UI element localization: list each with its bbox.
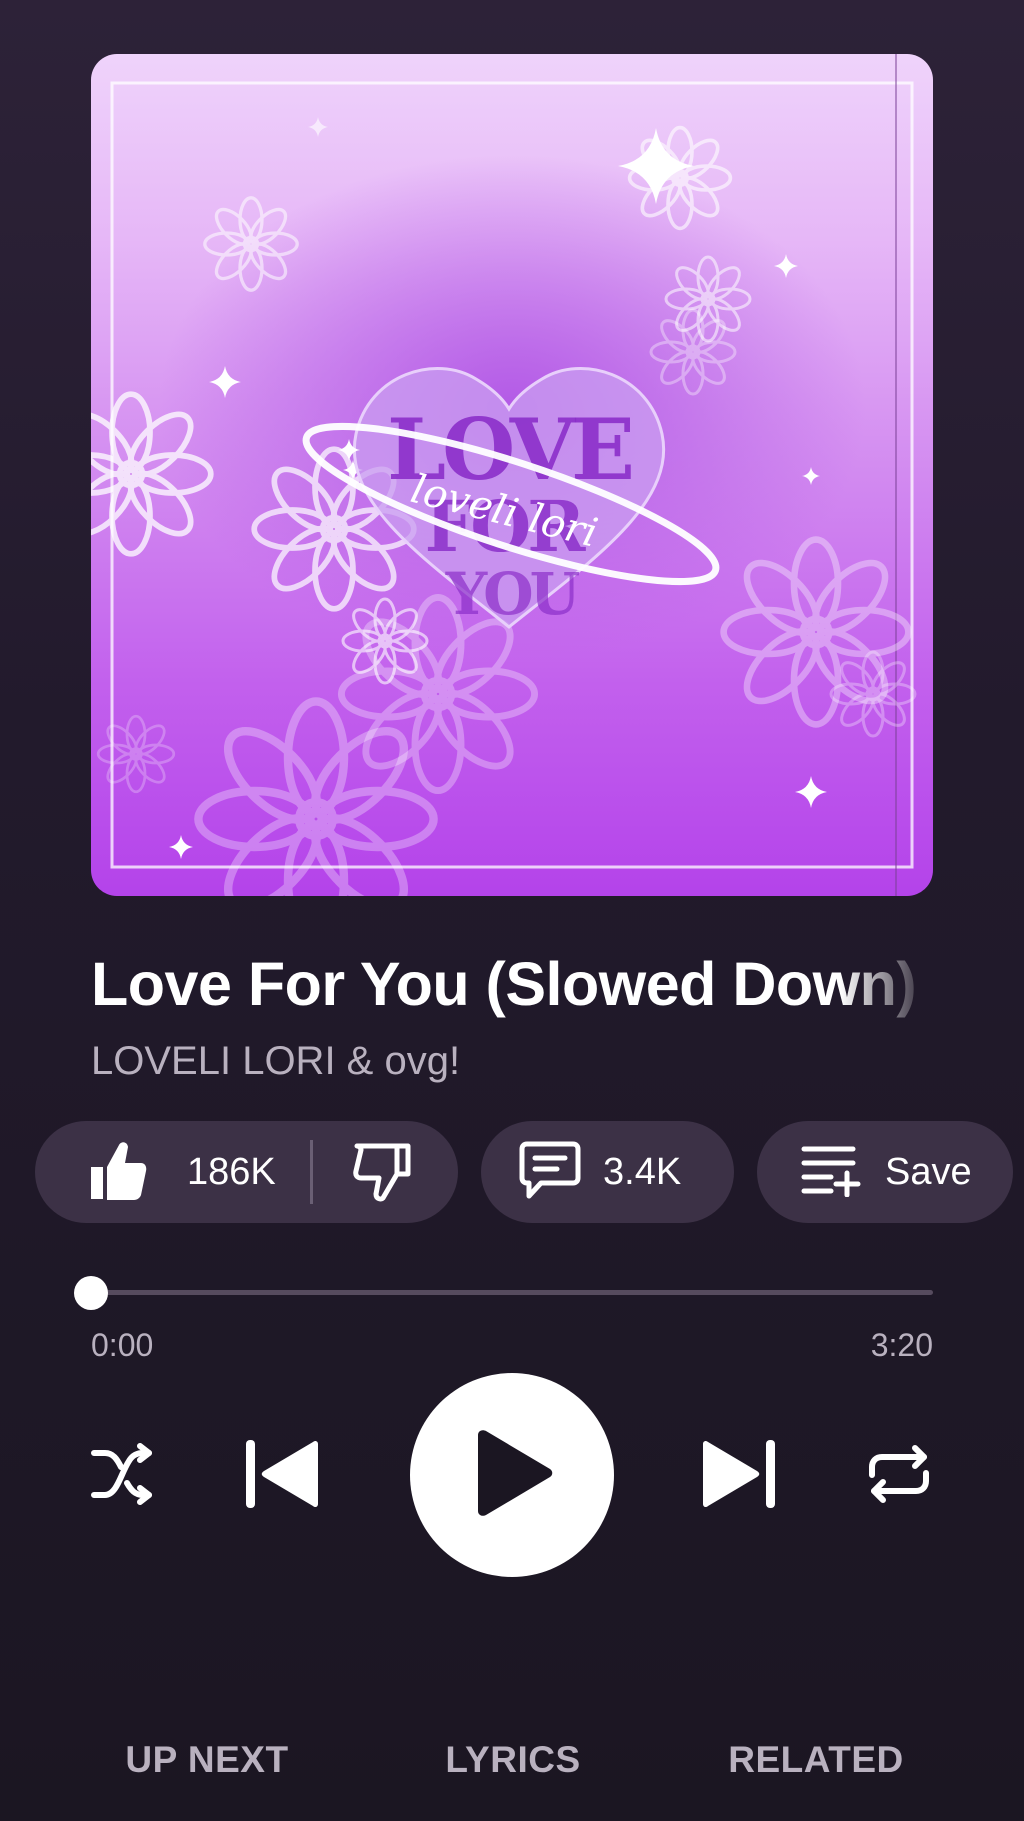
skip-next-icon	[699, 1438, 779, 1515]
thumbs-down-icon	[351, 1138, 411, 1207]
album-art-illustration: LOVE FOR YOU loveli lori	[91, 54, 917, 896]
album-art: LOVE FOR YOU loveli lori	[91, 54, 933, 896]
comment-icon	[519, 1140, 581, 1205]
shuffle-button[interactable]	[87, 1440, 159, 1512]
tab-up-next[interactable]: UP NEXT	[125, 1730, 288, 1790]
like-count: 186K	[187, 1150, 276, 1193]
tab-related[interactable]: RELATED	[728, 1730, 903, 1790]
like-divider	[309, 1140, 313, 1204]
save-label: Save	[885, 1150, 972, 1193]
track-artist[interactable]: LOVELI LORI & ovg!	[91, 1037, 460, 1085]
progress-bar[interactable]	[91, 1290, 933, 1295]
repeat-button[interactable]	[863, 1440, 935, 1512]
skip-previous-icon	[242, 1438, 322, 1515]
repeat-icon	[868, 1443, 930, 1510]
bottom-tabs: UP NEXT LYRICS RELATED	[0, 1730, 1024, 1790]
comments-button[interactable]: 3.4K	[481, 1121, 734, 1223]
play-icon	[470, 1429, 554, 1522]
track-title: Love For You (Slowed Down)	[91, 950, 917, 1018]
comment-count: 3.4K	[603, 1150, 682, 1193]
total-time: 3:20	[870, 1327, 933, 1363]
progress-thumb[interactable]	[74, 1276, 108, 1310]
tab-lyrics[interactable]: LYRICS	[445, 1730, 580, 1790]
shuffle-icon	[91, 1442, 155, 1510]
cover-title-line-3: YOU	[445, 560, 580, 628]
current-time: 0:00	[91, 1327, 154, 1363]
save-button[interactable]: Save	[757, 1121, 1013, 1223]
play-button[interactable]	[410, 1373, 614, 1577]
thumbs-up-icon	[89, 1139, 147, 1206]
playlist-add-icon	[801, 1143, 861, 1202]
like-button[interactable]: 186K	[35, 1121, 276, 1223]
next-button[interactable]	[697, 1437, 781, 1515]
previous-button[interactable]	[240, 1437, 324, 1515]
dislike-button[interactable]	[351, 1121, 411, 1223]
like-dislike-chip: 186K	[35, 1121, 458, 1223]
